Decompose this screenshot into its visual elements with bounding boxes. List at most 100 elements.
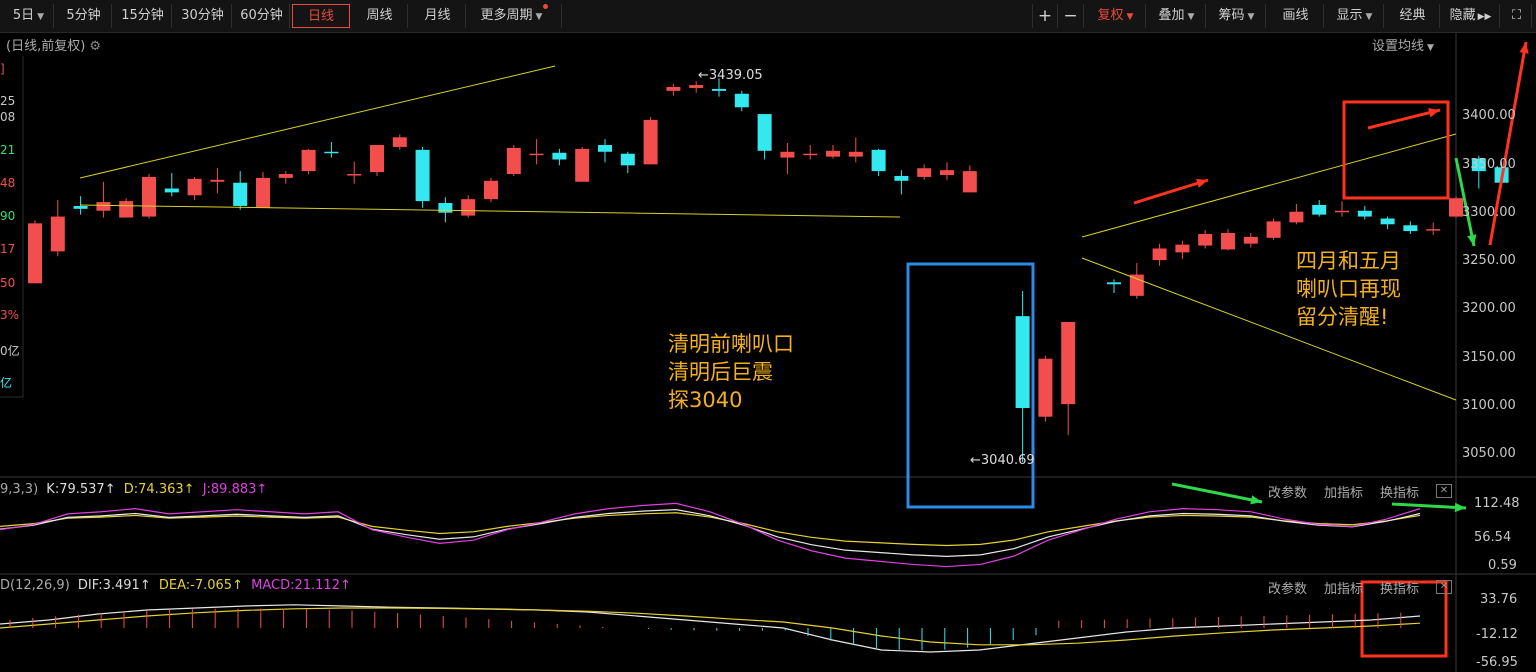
kdj-tick: 56.54 [1474,530,1512,545]
candle-body [142,176,156,217]
arrow-red-2 [1367,108,1441,130]
candle-body [415,149,430,202]
close-icon[interactable]: ✕ [1436,484,1452,498]
kdj-add-indicator-button[interactable]: 加指标 [1324,482,1363,501]
highlight-box-blue [906,262,1035,509]
candle-body [438,203,453,213]
candle-body [894,175,909,181]
arrow-green-2 [1171,482,1263,505]
annotation-left: 清明前喇叭口 清明后巨震 探3040 [668,332,794,412]
candle-body [96,202,111,211]
candle-body [28,223,42,284]
candle-body [1061,321,1076,405]
price-tick: 3100.00 [1462,398,1516,413]
macd-switch-indicator-button[interactable]: 换指标 [1380,578,1419,597]
candle-body [301,149,316,172]
price-tick: 3350.00 [1462,157,1516,172]
macd-edit-params-button[interactable]: 改参数 [1268,578,1307,597]
candle-body [575,148,590,182]
macd-tick: -56.95 [1476,655,1518,670]
candle-body [1107,282,1121,285]
highlight-box-red [1342,100,1450,200]
candle-body [1015,316,1030,409]
arrow-green-3 [1391,502,1467,513]
kdj-j-line [0,502,1421,568]
trendline-lower-left [79,204,901,218]
candle-body [1357,210,1372,217]
candle-body [643,119,658,165]
candle-body [347,174,362,176]
price-tick: 3250.00 [1462,253,1516,268]
candle-body [119,201,134,218]
candle-body [484,180,498,200]
macd-add-indicator-button[interactable]: 加指标 [1324,578,1363,597]
candle-body [962,171,977,193]
kdj-j-value: J:89.883 [202,482,257,497]
candle-body [1380,218,1395,225]
candle-body [1449,198,1463,217]
kdj-edit-params-button[interactable]: 改参数 [1268,482,1307,501]
price-tick: 3200.00 [1462,301,1516,316]
candle-body [1243,236,1258,244]
candle-body [1152,248,1167,261]
candle-body [1426,229,1441,231]
candle-body [1198,233,1213,246]
kdj-d-line [0,512,1421,547]
kdj-tick: 112.48 [1474,496,1520,511]
candle-body [392,137,407,147]
macd-tick: -12.12 [1476,627,1518,642]
price-tick: 3150.00 [1462,350,1516,365]
candle-body [210,179,225,182]
candle-body [164,188,179,193]
annotation-right: 四月和五月 喇叭口再现 留分清醒! [1296,249,1401,329]
candle-body [598,145,612,152]
macd-value: MACD:21.112 [251,578,340,593]
kdj-d-value: D:74.363 [123,482,184,497]
candle-body [256,177,270,208]
candle-body [1335,210,1349,213]
candle-body [1038,358,1053,417]
macd-header: D(12,26,9) DIF:3.491↑ DEA:-7.065↑ MACD:2… [0,578,351,593]
candle-body [689,85,704,88]
candle-body [620,153,635,166]
candle-body [50,216,65,252]
trendline-upper-left [79,65,556,179]
candle-body [324,151,339,154]
kdj-header: 9,3,3) K:79.537↑ D:74.363↑ J:89.883↑ [0,482,268,497]
close-icon[interactable]: ✕ [1436,580,1452,594]
candle-body [1129,274,1144,296]
candle-body [529,153,544,156]
kdj-tick: 0.59 [1488,558,1517,573]
high-price-marker: ←3439.05 [698,68,763,83]
candle-body [940,170,954,175]
candle-body [1266,221,1281,238]
candle-body [278,174,293,178]
low-price-marker: ←3040.69 [970,453,1035,468]
candle-body [734,93,749,108]
candle-body [1403,225,1418,232]
candle-body [917,168,932,177]
price-tick: 3300.00 [1462,205,1516,220]
candle-body [826,150,840,157]
price-tick: 3050.00 [1462,446,1516,461]
macd-dif-value: DIF:3.491 [77,578,140,593]
candle-body [871,149,886,172]
candle-body [1312,204,1327,215]
candle-body [73,205,88,209]
arrow-red-1 [1133,178,1209,205]
macd-dea-value: DEA:-7.065 [158,578,233,593]
candle-body [1221,233,1235,250]
candle-body [233,182,248,206]
kdj-switch-indicator-button[interactable]: 换指标 [1380,482,1419,501]
candle-body [506,147,521,175]
candle-body [666,86,681,91]
candle-body [187,178,202,196]
kdj-k-value: K:79.537 [46,482,105,497]
price-tick: 3400.00 [1462,108,1516,123]
candle-body [712,88,726,91]
candle-body [803,153,818,156]
candle-body [780,151,795,158]
macd-tick: 33.76 [1480,592,1518,607]
candle-body [370,145,384,173]
candle-body [1175,244,1190,253]
